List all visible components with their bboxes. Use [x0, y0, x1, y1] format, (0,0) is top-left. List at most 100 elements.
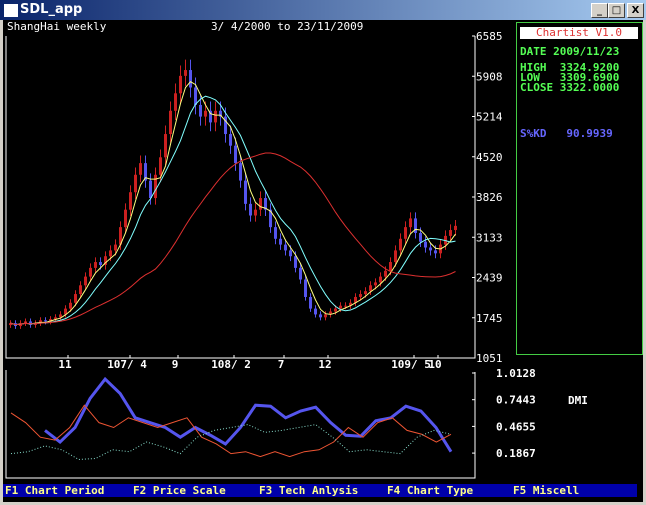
candle-body: [339, 305, 342, 309]
candle-body: [69, 302, 72, 309]
candle-body: [279, 238, 282, 245]
y-tick-label: 5214: [476, 111, 503, 124]
candle-body: [99, 262, 102, 265]
candle-body: [434, 250, 437, 254]
candle-body: [454, 225, 457, 231]
menu-chart-type[interactable]: F4 Chart Type: [387, 484, 474, 497]
dmi-tick-label: 1.0128: [496, 367, 536, 380]
menu-miscell[interactable]: F5 Miscell: [513, 484, 580, 497]
candle-body: [409, 218, 412, 228]
candle-body: [94, 262, 97, 268]
candle-body: [299, 267, 302, 280]
candle-body: [449, 230, 452, 236]
y-tick-label: 4520: [476, 151, 503, 164]
menu-chart-period[interactable]: F1 Chart Period: [5, 484, 105, 497]
y-tick-label: 5908: [476, 70, 503, 83]
dmi-red-line: [10, 404, 452, 458]
candle-body: [164, 134, 167, 158]
candle-body: [134, 174, 137, 193]
x-tick-label: 108/ 2: [211, 358, 251, 371]
panel-close: CLOSE 3322.0000: [520, 81, 620, 94]
candle-body: [129, 192, 132, 210]
chart-screen: ShangHai weekly 3/ 4/2000 to 23/11/2009 …: [3, 20, 643, 502]
candle-body: [184, 70, 187, 76]
candle-body: [259, 198, 262, 210]
y-tick-label: 6585: [476, 30, 503, 43]
candle-body: [364, 291, 367, 295]
panel-date: DATE 2009/11/23: [520, 45, 620, 58]
candle-body: [254, 209, 257, 216]
candle-body: [74, 294, 77, 303]
candle-body: [369, 285, 372, 292]
panel-kd: S%KD 90.9939: [520, 127, 613, 140]
candle-body: [159, 157, 162, 175]
candle-body: [79, 285, 82, 295]
candle-body: [109, 250, 112, 257]
y-tick-label: 3133: [476, 231, 503, 244]
ma-short-line: [10, 81, 456, 326]
candle-body: [289, 250, 292, 257]
candle-body: [234, 145, 237, 164]
candle-body: [419, 232, 422, 242]
candle-body: [24, 321, 27, 324]
dmi-tick-label: 0.4655: [496, 420, 536, 433]
candle-body: [229, 134, 232, 146]
panel-title: Chartist V1.0: [520, 27, 638, 39]
candle-body: [44, 320, 47, 322]
candle-body: [179, 75, 182, 94]
candle-body: [149, 180, 152, 199]
candle-body: [199, 104, 202, 117]
candle-body: [374, 282, 377, 286]
minimize-button[interactable]: _: [591, 3, 608, 18]
x-tick-label: 12: [318, 358, 331, 371]
candle-body: [384, 270, 387, 277]
candle-body: [239, 163, 242, 181]
candle-body: [204, 110, 207, 117]
candle-body: [114, 244, 117, 251]
close-button[interactable]: X: [627, 3, 644, 18]
candle-body: [404, 227, 407, 239]
candle-body: [174, 93, 177, 111]
y-tick-label: 2439: [476, 272, 503, 285]
dmi-tick-label: 0.7443: [496, 394, 536, 407]
app-icon: [4, 4, 18, 17]
candle-body: [424, 241, 427, 248]
candle-body: [394, 250, 397, 263]
menu-price-scale[interactable]: F2 Price Scale: [133, 484, 226, 497]
candle-body: [194, 87, 197, 105]
menu-tech-analysis[interactable]: F3 Tech Anlysis: [259, 484, 359, 497]
candle-body: [89, 267, 92, 277]
candle-body: [169, 110, 172, 135]
app-window: SDL_app _ □ X ShangHai weekly 3/ 4/2000 …: [0, 0, 646, 505]
candle-body: [379, 276, 382, 283]
x-tick-label: 107/ 4: [107, 358, 147, 371]
candle-body: [294, 256, 297, 268]
y-tick-label: 1745: [476, 312, 503, 325]
ma-long-line: [10, 152, 456, 326]
x-tick-label: 109/ 5: [391, 358, 431, 371]
candle-body: [154, 174, 157, 199]
dmi-label: DMI: [568, 394, 588, 407]
dmi-dotted-line: [10, 424, 452, 460]
ma-mid-line: [10, 95, 456, 326]
candle-body: [189, 70, 192, 88]
maximize-button[interactable]: □: [608, 3, 625, 18]
dmi-main-line: [44, 376, 453, 453]
candle-body: [324, 314, 327, 318]
candle-body: [429, 247, 432, 251]
candle-body: [344, 305, 347, 307]
candle-body: [249, 203, 252, 216]
candle-body: [124, 209, 127, 228]
candle-body: [319, 314, 322, 318]
candle-body: [334, 308, 337, 312]
info-panel: Chartist V1.0 DATE 2009/11/23 HIGH 3324.…: [516, 22, 643, 355]
candle-body: [274, 227, 277, 239]
candle-body: [304, 279, 307, 297]
title-bar[interactable]: SDL_app _ □ X: [0, 0, 646, 20]
candle-body: [359, 294, 362, 297]
menu-bar: F1 Chart Period F2 Price Scale F3 Tech A…: [3, 484, 637, 497]
candle-body: [399, 238, 402, 251]
x-tick-label: 10: [428, 358, 441, 371]
dmi-tick-label: 0.1867: [496, 447, 536, 460]
window-title: SDL_app: [20, 2, 83, 17]
